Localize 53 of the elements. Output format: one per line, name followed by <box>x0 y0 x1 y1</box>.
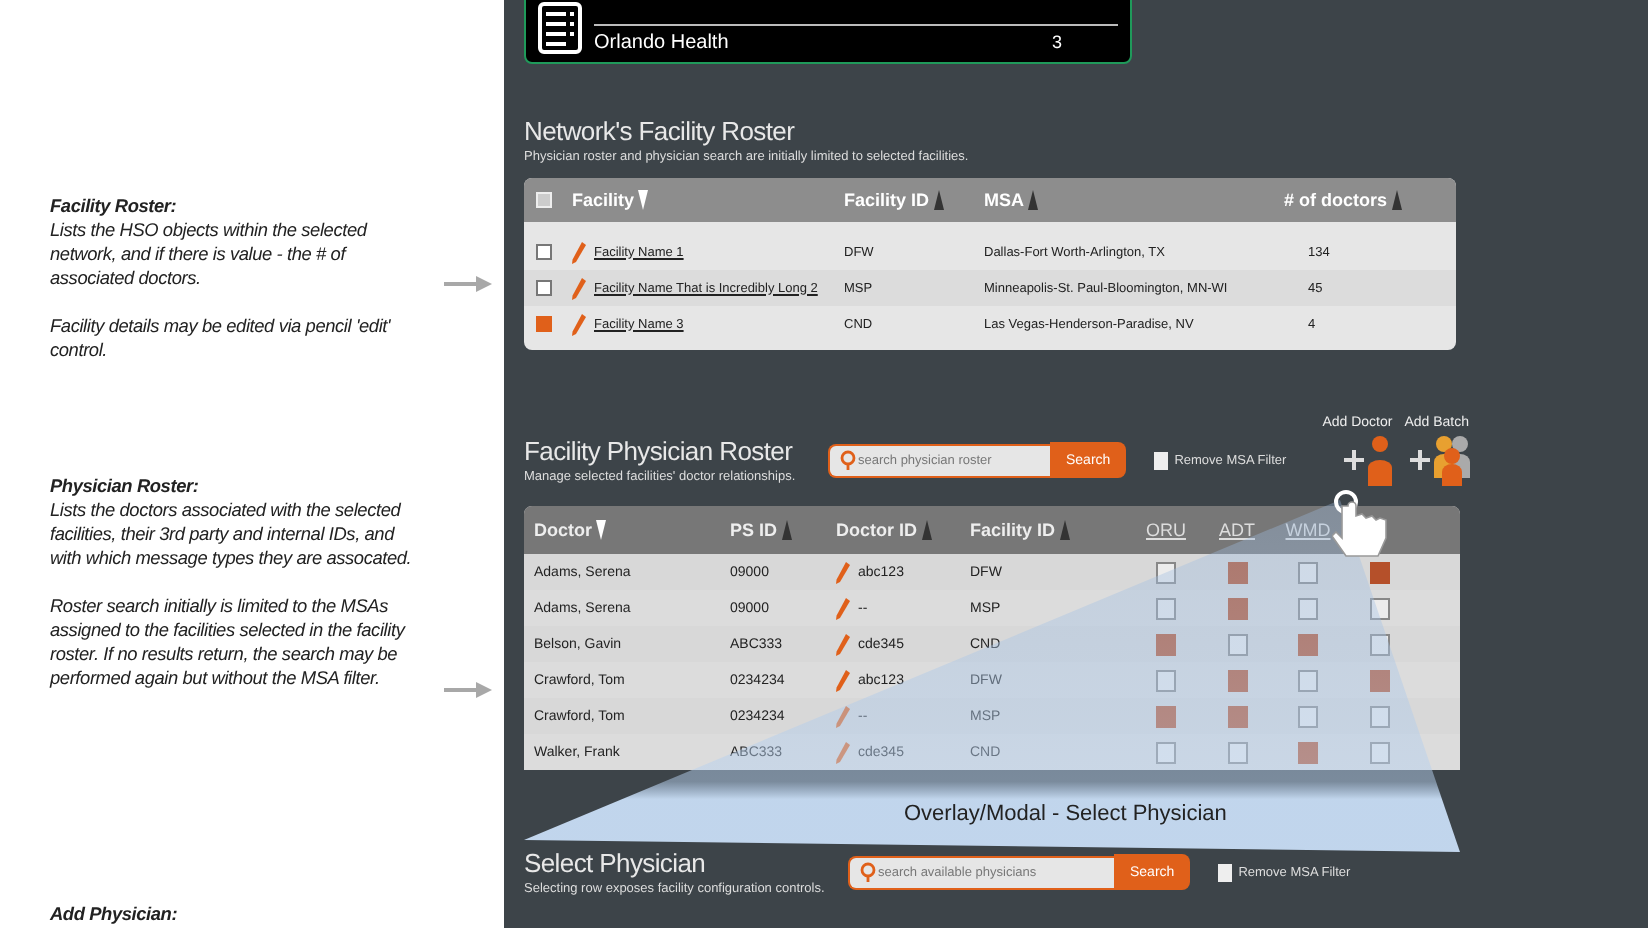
sort-down-icon[interactable] <box>638 190 649 210</box>
row-checkbox[interactable] <box>536 280 552 296</box>
sort-down-icon[interactable] <box>596 520 606 540</box>
sort-up-icon[interactable] <box>1391 190 1402 210</box>
filter-checkbox[interactable] <box>1218 863 1233 881</box>
pencil-icon[interactable] <box>572 277 586 299</box>
column-header[interactable]: Doctor <box>534 520 592 540</box>
filter-checkbox[interactable] <box>1154 451 1169 469</box>
pencil-icon[interactable] <box>836 633 850 655</box>
sort-up-icon[interactable] <box>1028 190 1038 210</box>
message-type-link[interactable]: WMD <box>1285 520 1331 540</box>
section-title: Network's Facility Roster <box>524 116 797 146</box>
message-type-link[interactable]: ADT <box>1219 520 1255 540</box>
note-heading: Add Physician: <box>50 902 178 926</box>
column-header[interactable]: MSA <box>984 190 1024 210</box>
pencil-icon[interactable] <box>836 597 850 619</box>
sort-up-icon[interactable] <box>933 190 944 210</box>
network-name: Orlando Health <box>594 32 729 54</box>
search-icon <box>840 450 856 470</box>
facility-count: 3 <box>1051 32 1062 54</box>
overlay-label: Overlay/Modal - Select Physician <box>904 802 1227 826</box>
sort-up-icon[interactable] <box>1059 520 1070 540</box>
note-paragraph: Facility details may be edited via pencil 'edit' control. <box>50 314 393 362</box>
pencil-icon[interactable] <box>572 241 586 263</box>
column-header[interactable]: PS ID <box>730 520 778 540</box>
note-heading: Physician Roster: <box>50 474 201 498</box>
column-header[interactable]: Facility ID <box>970 520 1056 540</box>
pencil-icon[interactable] <box>836 669 850 691</box>
search-icon <box>860 862 876 882</box>
network-card[interactable]: Orlando Health 3 <box>524 0 1132 64</box>
message-checkbox[interactable] <box>1370 561 1390 583</box>
pencil-icon[interactable] <box>572 313 586 335</box>
pencil-icon[interactable] <box>836 561 850 583</box>
row-checkbox[interactable] <box>536 244 552 260</box>
pointing-hand-icon <box>1332 490 1392 562</box>
column-header[interactable]: # of doctors <box>1284 190 1388 210</box>
note-paragraph: Roster search initially is limited to the MSAs assigned to the facilities selected in the facility roster. If no results return, the search may be performed again but without the MSA filter. <box>50 594 408 690</box>
select-all-checkbox[interactable] <box>536 192 552 208</box>
add-person-icon[interactable] <box>1344 433 1393 485</box>
add-group-icon[interactable] <box>1409 433 1470 485</box>
section-title: Select Physician <box>524 848 708 878</box>
column-header[interactable]: Facility ID <box>844 190 930 210</box>
document-icon <box>538 2 582 54</box>
column-header[interactable]: Facility <box>572 190 635 210</box>
note-paragraph: Lists the HSO objects within the selected network, and if there is value - the # of associated doctors. <box>50 218 370 290</box>
column-header[interactable]: Doctor ID <box>836 520 917 540</box>
sort-up-icon[interactable] <box>921 520 931 540</box>
message-type-link[interactable]: ORU <box>1146 520 1186 540</box>
note-paragraph: Lists the doctors associated with the selected facilities, their 3rd party and internal IDs, and with which message types they are assocated. <box>50 498 414 570</box>
section-title: Facility Physician Roster <box>524 436 795 466</box>
sort-up-icon[interactable] <box>781 520 792 540</box>
row-checkbox[interactable] <box>536 316 552 332</box>
note-heading: Facility Roster: <box>50 194 179 218</box>
